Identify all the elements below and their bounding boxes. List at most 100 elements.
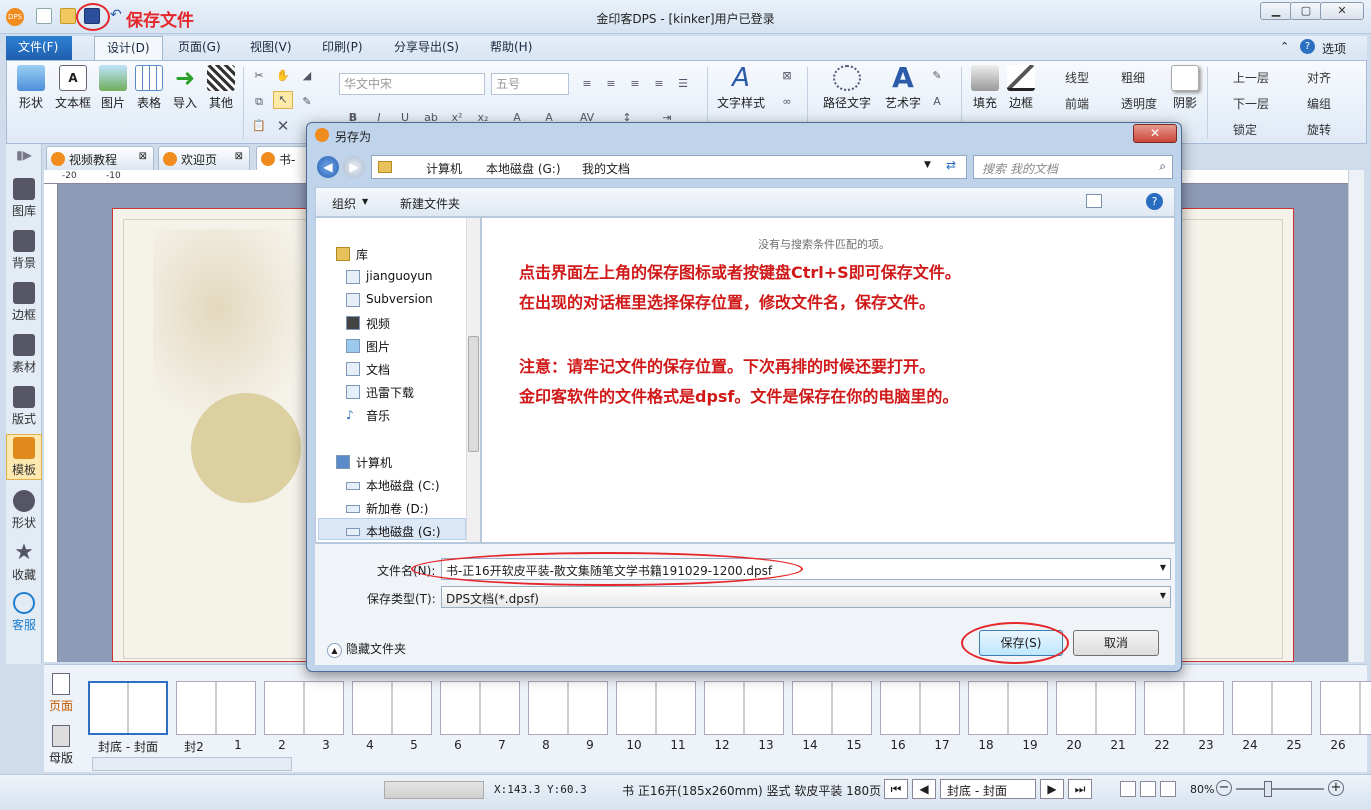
zoom-slider[interactable] — [1236, 781, 1324, 797]
page-thumbnail[interactable] — [880, 681, 960, 735]
address-dropdown-icon[interactable]: ▼ — [924, 160, 931, 170]
forward-button[interactable]: ▶ — [343, 156, 365, 178]
nav-documents[interactable]: 文档 — [346, 361, 390, 378]
format-painter-icon[interactable]: ✎ — [297, 93, 317, 111]
up-layer-button[interactable]: 上一层 — [1233, 69, 1269, 86]
down-layer-button[interactable]: 下一层 — [1233, 95, 1269, 112]
align-dropdown[interactable]: 对齐 — [1307, 69, 1331, 86]
nav-pictures[interactable]: 图片 — [346, 338, 390, 355]
group-dropdown[interactable]: 编组 — [1307, 95, 1331, 112]
breadcrumb-drive-g[interactable]: 本地磁盘 (G:) — [486, 160, 561, 177]
page-view-tab[interactable]: 页面 — [46, 673, 76, 714]
tab-close-icon[interactable]: ⊠ — [235, 151, 243, 162]
copy-icon[interactable]: ⧉ — [249, 93, 269, 111]
table-button[interactable]: 表格 — [131, 65, 167, 111]
pointer-icon[interactable]: ↖ — [273, 91, 293, 109]
options-menu[interactable]: 选项 — [1322, 40, 1346, 57]
organize-dropdown-icon[interactable]: ▼ — [362, 197, 368, 206]
zoom-out-button[interactable]: − — [1216, 780, 1232, 796]
sidebar-item-support[interactable]: 客服 — [6, 592, 42, 633]
nav-subversion[interactable]: Subversion — [346, 292, 433, 307]
view-double-icon[interactable] — [1140, 781, 1156, 797]
image-button[interactable]: 图片 — [95, 65, 131, 111]
search-input[interactable]: 搜索 我的文档 ⌕ — [973, 155, 1173, 179]
textbox-button[interactable]: A 文本框 — [53, 65, 93, 111]
text-style-button[interactable]: A 文字样式 — [713, 65, 769, 111]
tab-design[interactable]: 设计(D) — [94, 36, 163, 60]
tab-file[interactable]: 文件(F) — [6, 36, 72, 60]
page-select[interactable]: 封底 - 封面 — [940, 779, 1036, 799]
distribute-icon[interactable]: ☰ — [673, 75, 693, 93]
page-thumbnail[interactable] — [440, 681, 520, 735]
nav-computer[interactable]: 计算机 — [336, 454, 392, 471]
sidebar-item-shape[interactable]: 形状 — [6, 490, 42, 531]
nav-jianguoyun[interactable]: jianguoyun — [346, 269, 433, 284]
clear-format-icon[interactable]: ⊠ — [777, 67, 797, 85]
fill-tool-icon[interactable]: ◢ — [297, 67, 317, 85]
align-left-icon[interactable]: ≡ — [577, 75, 597, 93]
filetype-select[interactable]: DPS文档(*.dpsf) ▼ — [441, 586, 1171, 608]
tab-share-export[interactable]: 分享导出(S) — [382, 36, 471, 60]
fill-button[interactable]: 填充 — [967, 65, 1003, 111]
cut-icon[interactable]: ✂ — [249, 67, 269, 85]
page-thumbnail[interactable] — [968, 681, 1048, 735]
sidebar-item-template[interactable]: 模板 — [6, 434, 42, 480]
transparency-dropdown[interactable]: 透明度 — [1121, 95, 1157, 112]
cancel-button[interactable]: 取消 — [1073, 630, 1159, 656]
doc-tab-video-tutorial[interactable]: 视频教程 ⊠ — [46, 146, 154, 170]
font-name-select[interactable]: 华文中宋 — [339, 73, 485, 95]
next-page-button[interactable]: ▶ — [1040, 779, 1064, 799]
page-thumbnail[interactable] — [528, 681, 608, 735]
prev-page-button[interactable]: ◀ — [912, 779, 936, 799]
breadcrumb-my-documents[interactable]: 我的文档 — [582, 160, 630, 177]
breadcrumb-computer[interactable]: 计算机 — [426, 160, 462, 177]
page-thumbnail[interactable] — [616, 681, 696, 735]
doc-tab-book[interactable]: 书-正 — [256, 146, 308, 184]
nav-drive-c[interactable]: 本地磁盘 (C:) — [346, 477, 440, 494]
thickness-dropdown[interactable]: 粗细 — [1121, 69, 1145, 86]
nav-scrollbar[interactable] — [466, 218, 480, 542]
import-button[interactable]: ➜ 导入 — [167, 65, 203, 111]
page-thumbnail[interactable] — [1320, 681, 1371, 735]
minimize-button[interactable]: ▁ — [1260, 2, 1292, 20]
nav-music[interactable]: ♪ 音乐 — [346, 407, 390, 424]
border-button[interactable]: 边框 — [1003, 65, 1039, 111]
help-icon[interactable]: ? — [1146, 193, 1163, 210]
sidebar-item-materials[interactable]: 素材 — [6, 334, 42, 375]
nav-drive-g[interactable]: 本地磁盘 (G:) — [346, 523, 441, 540]
view-spread-icon[interactable] — [1160, 781, 1176, 797]
lock-button[interactable]: 锁定 — [1233, 121, 1257, 138]
sidebar-item-favorites[interactable]: ★ 收藏 — [6, 542, 42, 583]
other-button[interactable]: 其他 — [203, 65, 239, 111]
nav-drive-d[interactable]: 新加卷 (D:) — [346, 500, 428, 517]
master-view-tab[interactable]: 母版 — [46, 725, 76, 766]
tab-help[interactable]: 帮助(H) — [478, 36, 544, 60]
new-folder-button[interactable]: 新建文件夹 — [400, 195, 460, 212]
page-thumbnail[interactable] — [1056, 681, 1136, 735]
tab-view[interactable]: 视图(V) — [238, 36, 304, 60]
tab-print[interactable]: 印刷(P) — [310, 36, 375, 60]
page-thumbnail[interactable] — [352, 681, 432, 735]
font-size-select[interactable]: 五号 — [491, 73, 569, 95]
last-page-button[interactable]: ⏭ — [1068, 779, 1092, 799]
help-icon[interactable]: ? — [1300, 39, 1315, 54]
maximize-button[interactable]: ▢ — [1290, 2, 1322, 20]
path-text-button[interactable]: 路径文字 — [819, 65, 875, 111]
address-bar[interactable]: 计算机 本地磁盘 (G:) 我的文档 ▼ ⇄ — [371, 155, 967, 179]
close-button[interactable]: ✕ — [1320, 2, 1364, 20]
filetype-dropdown-icon[interactable]: ▼ — [1160, 591, 1166, 600]
front-end-dropdown[interactable]: 前端 — [1065, 95, 1089, 112]
back-button[interactable]: ◀ — [317, 156, 339, 178]
nav-xunlei[interactable]: 迅雷下载 — [346, 384, 414, 401]
page-thumbnail[interactable] — [1232, 681, 1312, 735]
sidebar-item-border[interactable]: 边框 — [6, 282, 42, 323]
delete-icon[interactable]: ✕ — [273, 117, 293, 135]
art-text-button[interactable]: A 艺术字 — [881, 64, 925, 111]
tab-close-icon[interactable]: ⊠ — [139, 151, 147, 162]
refresh-icon[interactable]: ⇄ — [946, 158, 956, 172]
organize-menu[interactable]: 组织 — [332, 195, 356, 212]
nav-videos[interactable]: 视频 — [346, 315, 390, 332]
justify-icon[interactable]: ≡ — [649, 75, 669, 93]
page-thumbnail[interactable] — [792, 681, 872, 735]
horizontal-scrollbar[interactable] — [92, 757, 292, 771]
